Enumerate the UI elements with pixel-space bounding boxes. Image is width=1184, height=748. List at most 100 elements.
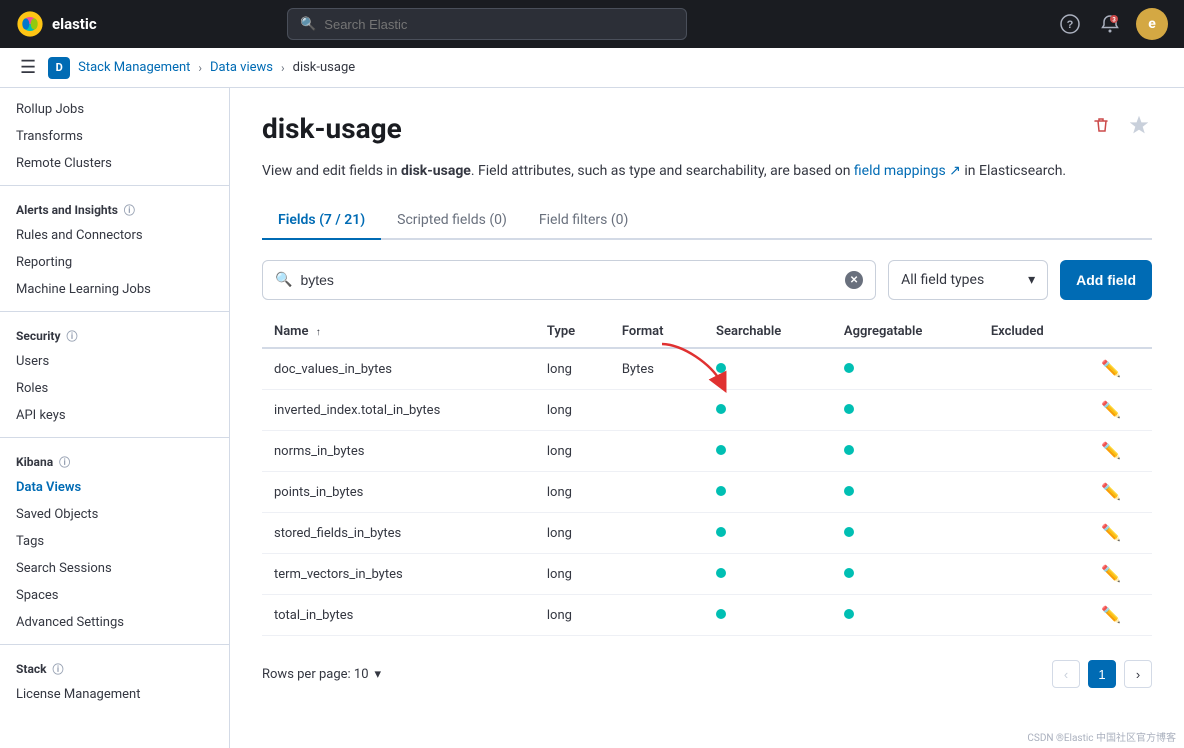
breadcrumb-data-views[interactable]: Data views: [210, 60, 273, 75]
field-types-label: All field types: [901, 272, 984, 288]
sidebar-info-icon-kibana[interactable]: ⓘ: [59, 454, 70, 470]
field-types-dropdown[interactable]: All field types ▾: [888, 260, 1048, 300]
cell-type-6: long: [535, 595, 610, 636]
rows-per-page[interactable]: Rows per page: 10 ▾: [262, 667, 381, 682]
header-actions: [1088, 112, 1152, 143]
edit-field-button-3[interactable]: ✏️: [1101, 482, 1121, 502]
sidebar-info-icon-alerts[interactable]: ⓘ: [124, 202, 135, 218]
next-page-button[interactable]: ›: [1124, 660, 1152, 688]
edit-field-button-6[interactable]: ✏️: [1101, 605, 1121, 625]
favorite-button[interactable]: [1126, 112, 1152, 143]
cell-format-5: [610, 554, 704, 595]
edit-field-button-1[interactable]: ✏️: [1101, 400, 1121, 420]
cell-edit-5: ✏️: [1089, 554, 1152, 595]
sidebar-item-tags[interactable]: Tags: [0, 528, 229, 555]
sidebar-item-roles[interactable]: Roles: [0, 375, 229, 402]
table-body: doc_values_in_bytes long Bytes ✏️ invert…: [262, 348, 1152, 636]
sidebar-item-transforms[interactable]: Transforms: [0, 123, 229, 150]
chevron-down-icon: ▾: [1028, 272, 1035, 288]
cell-name-6: total_in_bytes: [262, 595, 535, 636]
cell-aggregatable-4: [832, 513, 979, 554]
delete-button[interactable]: [1088, 112, 1114, 143]
cell-searchable-4: [704, 513, 832, 554]
cell-edit-4: ✏️: [1089, 513, 1152, 554]
breadcrumb-bar: ☰ D Stack Management › Data views › disk…: [0, 48, 1184, 88]
cell-excluded-0: [979, 348, 1089, 390]
rows-per-page-label: Rows per page: 10: [262, 667, 369, 682]
rows-chevron-icon: ▾: [375, 667, 382, 682]
star-icon: [1130, 116, 1148, 134]
cell-searchable-1: [704, 390, 832, 431]
sidebar-item-rollup-jobs[interactable]: Rollup Jobs: [0, 96, 229, 123]
cell-type-2: long: [535, 431, 610, 472]
cell-format-0: Bytes: [610, 348, 704, 390]
table-header: Name ↑ Type Format Searchable Aggregatab…: [262, 316, 1152, 348]
cell-edit-2: ✏️: [1089, 431, 1152, 472]
col-format: Format: [610, 316, 704, 348]
searchable-dot: [716, 568, 726, 578]
search-field-icon: 🔍: [275, 272, 292, 288]
clear-search-button[interactable]: ✕: [845, 271, 863, 289]
sidebar-info-icon-stack[interactable]: ⓘ: [53, 661, 64, 677]
global-search-input[interactable]: [324, 17, 674, 32]
sidebar-item-users[interactable]: Users: [0, 348, 229, 375]
edit-field-button-4[interactable]: ✏️: [1101, 523, 1121, 543]
table-row: points_in_bytes long ✏️: [262, 472, 1152, 513]
sidebar-info-icon-security[interactable]: ⓘ: [67, 328, 78, 344]
aggregatable-dot: [844, 363, 854, 373]
table-row: stored_fields_in_bytes long ✏️: [262, 513, 1152, 554]
sidebar-item-data-views[interactable]: Data Views: [0, 474, 229, 501]
add-field-button[interactable]: Add field: [1060, 260, 1152, 300]
col-name[interactable]: Name ↑: [262, 316, 535, 348]
sidebar-item-remote-clusters[interactable]: Remote Clusters: [0, 150, 229, 177]
page-1-button[interactable]: 1: [1088, 660, 1116, 688]
edit-field-button-0[interactable]: ✏️: [1101, 359, 1121, 379]
tab-field-filters[interactable]: Field filters (0): [523, 202, 644, 240]
edit-field-button-2[interactable]: ✏️: [1101, 441, 1121, 461]
sidebar-section-security-label: Security: [16, 329, 61, 343]
sidebar-item-reporting[interactable]: Reporting: [0, 249, 229, 276]
tab-scripted-fields[interactable]: Scripted fields (0): [381, 202, 523, 240]
sidebar-section-security: Security ⓘ: [0, 320, 229, 348]
cell-edit-0: ✏️: [1089, 348, 1152, 390]
trash-icon: [1092, 116, 1110, 134]
sidebar-item-advanced-settings[interactable]: Advanced Settings: [0, 609, 229, 636]
sidebar-item-saved-objects[interactable]: Saved Objects: [0, 501, 229, 528]
aggregatable-dot: [844, 568, 854, 578]
sidebar-item-license-management[interactable]: License Management: [0, 681, 229, 708]
cell-edit-6: ✏️: [1089, 595, 1152, 636]
searchable-dot: [716, 486, 726, 496]
tab-fields[interactable]: Fields (7 / 21): [262, 202, 381, 240]
field-search-container[interactable]: 🔍 ✕: [262, 260, 876, 300]
table-row: total_in_bytes long ✏️: [262, 595, 1152, 636]
notifications-button[interactable]: 3: [1096, 10, 1124, 38]
cell-excluded-6: [979, 595, 1089, 636]
sidebar-item-api-keys[interactable]: API keys: [0, 402, 229, 429]
menu-button[interactable]: ☰: [16, 53, 40, 82]
breadcrumb-sep-1: ›: [198, 61, 202, 75]
sidebar-item-spaces[interactable]: Spaces: [0, 582, 229, 609]
help-button[interactable]: ?: [1056, 10, 1084, 38]
cell-name-4: stored_fields_in_bytes: [262, 513, 535, 554]
sort-icon-name: ↑: [316, 327, 321, 338]
elastic-text: elastic: [52, 15, 97, 33]
cell-aggregatable-2: [832, 431, 979, 472]
edit-field-button-5[interactable]: ✏️: [1101, 564, 1121, 584]
breadcrumb-stack-management[interactable]: Stack Management: [78, 60, 190, 75]
sidebar-item-search-sessions[interactable]: Search Sessions: [0, 555, 229, 582]
sidebar-divider-2: [0, 311, 229, 312]
field-search-input[interactable]: [300, 272, 845, 288]
nav-icons: ? 3 e: [1056, 8, 1168, 40]
cell-aggregatable-5: [832, 554, 979, 595]
sidebar-section-stack-label: Stack: [16, 662, 47, 676]
prev-page-button[interactable]: ‹: [1052, 660, 1080, 688]
user-avatar[interactable]: e: [1136, 8, 1168, 40]
field-mappings-link[interactable]: field mappings ↗: [854, 163, 961, 179]
sidebar-section-alerts: Alerts and Insights ⓘ: [0, 194, 229, 222]
sidebar-item-rules-connectors[interactable]: Rules and Connectors: [0, 222, 229, 249]
cell-format-3: [610, 472, 704, 513]
aggregatable-dot: [844, 486, 854, 496]
table-container: Name ↑ Type Format Searchable Aggregatab…: [262, 316, 1152, 636]
global-search-bar[interactable]: 🔍: [287, 8, 687, 40]
sidebar-item-ml-jobs[interactable]: Machine Learning Jobs: [0, 276, 229, 303]
